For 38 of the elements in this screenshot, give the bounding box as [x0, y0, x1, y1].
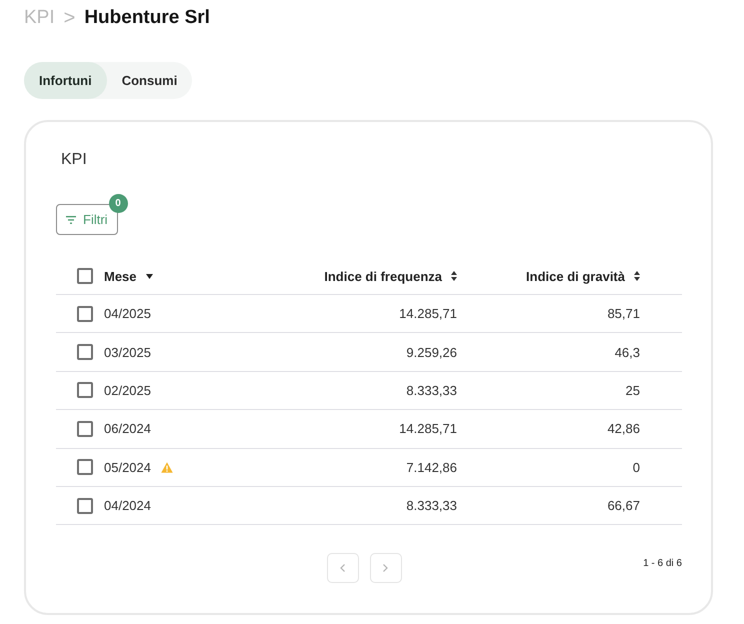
table-cell: 46,3 [614, 344, 640, 360]
table-cell: 85,71 [607, 306, 640, 322]
filter-count-badge: 0 [108, 194, 128, 213]
table-cell: 7.142,86 [406, 460, 457, 475]
row-checkbox[interactable] [77, 306, 93, 322]
table-cell: 02/2025 [104, 382, 151, 398]
table-cell: 9.259,26 [406, 344, 457, 360]
card-title: KPI [61, 150, 87, 170]
row-checkbox[interactable] [77, 382, 93, 398]
tab[interactable]: Consumi [106, 62, 192, 99]
row-checkbox[interactable] [77, 459, 93, 476]
table-cell: 04/2025 [104, 306, 151, 322]
table-cell: 25 [626, 382, 640, 398]
table-cell: 42,86 [607, 421, 640, 436]
table-cell: 8.333,33 [406, 382, 457, 398]
table-cell: 06/2024 [104, 421, 151, 436]
row-checkbox[interactable] [77, 420, 93, 437]
filter-icon [66, 216, 76, 224]
row-checkbox[interactable] [77, 344, 93, 360]
column-header[interactable]: Indice di gravità [526, 268, 640, 284]
table-cell: 03/2025 [104, 344, 151, 360]
column-header[interactable]: Indice di frequenza [324, 268, 457, 284]
table-cell: 04/2024 [104, 498, 151, 514]
table-cell: 8.333,33 [406, 498, 457, 514]
chevron-left-icon [340, 564, 345, 572]
page-title: Hubenture Srl [84, 7, 210, 29]
breadcrumb-separator: > [64, 7, 76, 29]
column-header[interactable]: Mese [104, 268, 153, 284]
tab[interactable]: Infortuni [24, 62, 107, 99]
table-cell: 0 [632, 460, 640, 475]
page-range: 1 - 6 di 6 [643, 558, 682, 570]
table-cell: 14.285,71 [399, 306, 457, 322]
chevron-right-icon [383, 564, 388, 572]
row-checkbox[interactable] [77, 498, 93, 514]
table-cell: 66,67 [607, 498, 640, 514]
table-cell: 14.285,71 [399, 421, 457, 436]
table-cell: 05/2024 [104, 460, 151, 475]
select-all-checkbox[interactable] [77, 268, 93, 284]
